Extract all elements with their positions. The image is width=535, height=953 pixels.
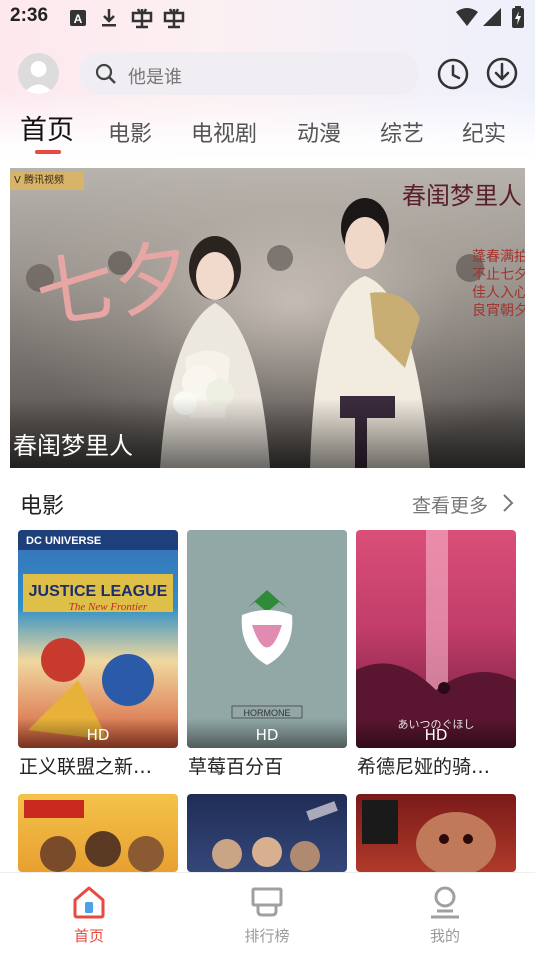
poster-art <box>212 801 338 871</box>
tab-tv-series[interactable]: 电视剧 <box>191 116 257 148</box>
wifi-icon <box>456 8 478 26</box>
nav-profile[interactable]: 我的 <box>356 873 534 953</box>
section-title-movies: 电影 <box>20 494 65 519</box>
avatar[interactable] <box>18 53 59 94</box>
signal-icon <box>483 8 501 26</box>
bug-icon <box>131 8 153 29</box>
movie-card[interactable]: DC UNIVERSE JUSTICE LEAGUE The New Front… <box>18 530 178 748</box>
tab-home[interactable]: 首页 <box>20 108 74 147</box>
svg-text:DC UNIVERSE: DC UNIVERSE <box>26 535 101 547</box>
search-bar[interactable]: 他是谁 <box>79 52 419 95</box>
tab-variety[interactable]: 综艺 <box>380 116 424 148</box>
movie-title[interactable]: 希德尼娅的骑… <box>357 752 519 779</box>
download-arrow-icon <box>102 9 116 27</box>
bug-icon <box>163 8 185 29</box>
download-icon[interactable] <box>485 56 519 90</box>
poster-art <box>24 800 164 872</box>
category-tabs: 首页 电影 电视剧 动漫 综艺 纪实 <box>0 106 535 154</box>
movie-title[interactable]: 草莓百分百 <box>188 752 350 779</box>
hd-badge: HD <box>356 718 516 748</box>
hd-badge: HD <box>18 718 178 748</box>
user-silhouette-icon <box>23 61 54 94</box>
see-more-link[interactable]: 查看更多 <box>412 491 488 518</box>
movie-card[interactable]: HORMONE HD <box>187 530 347 748</box>
status-bar: 2:36 A <box>0 0 535 36</box>
battery-icon <box>512 6 524 28</box>
ranking-icon <box>251 887 283 917</box>
tab-documentary[interactable]: 纪实 <box>462 116 506 148</box>
search-icon <box>95 63 116 84</box>
tab-anime[interactable]: 动漫 <box>297 116 341 148</box>
movie-card[interactable] <box>187 794 347 872</box>
movie-card[interactable]: あいつのぐほし HD <box>356 530 516 748</box>
banner-title: 春闺梦里人 <box>13 432 133 460</box>
tab-indicator <box>35 150 61 154</box>
status-time: 2:36 <box>10 5 49 26</box>
poster-art <box>362 800 496 872</box>
poster-art: HORMONE <box>187 530 347 748</box>
banner-vertical-text: 蓬春满拍 不止七夕 佳人入心 良宵朝夕 <box>472 249 525 319</box>
banner-carousel[interactable]: V 腾讯视频 七夕 春闺梦里人 蓬春满拍 不止七夕 佳人入心 良宵朝夕 春闺梦里… <box>10 168 525 468</box>
hd-badge: HD <box>187 718 347 748</box>
bottom-navigation: 首页 排行榜 我的 <box>0 872 535 953</box>
poster-art: DC UNIVERSE JUSTICE LEAGUE The New Front… <box>18 530 178 740</box>
a-icon: A <box>70 10 86 26</box>
movie-title[interactable]: 正义联盟之新… <box>19 752 181 779</box>
banner-top-right-title: 春闺梦里人 <box>402 182 522 210</box>
svg-text:The New Frontier: The New Frontier <box>69 601 148 613</box>
banner-logo: V 腾讯视频 <box>10 172 84 190</box>
banner-calligraphy: 七夕 <box>30 230 198 342</box>
nav-home[interactable]: 首页 <box>0 873 178 953</box>
home-icon <box>73 886 105 919</box>
chevron-right-icon[interactable] <box>501 493 515 513</box>
profile-icon <box>431 886 459 919</box>
nav-ranking[interactable]: 排行榜 <box>178 873 356 953</box>
nav-profile-label: 我的 <box>429 927 460 945</box>
history-clock-icon[interactable] <box>436 57 470 91</box>
svg-text:JUSTICE LEAGUE: JUSTICE LEAGUE <box>29 583 168 600</box>
nav-ranking-label: 排行榜 <box>244 927 290 945</box>
search-placeholder: 他是谁 <box>128 67 182 88</box>
tab-movies[interactable]: 电影 <box>108 116 152 148</box>
nav-home-label: 首页 <box>73 927 104 945</box>
movie-card[interactable] <box>356 794 516 872</box>
svg-text:A: A <box>74 12 83 26</box>
poster-art: あいつのぐほし <box>356 530 516 748</box>
movie-card[interactable] <box>18 794 178 872</box>
svg-text:HORMONE: HORMONE <box>244 708 291 718</box>
